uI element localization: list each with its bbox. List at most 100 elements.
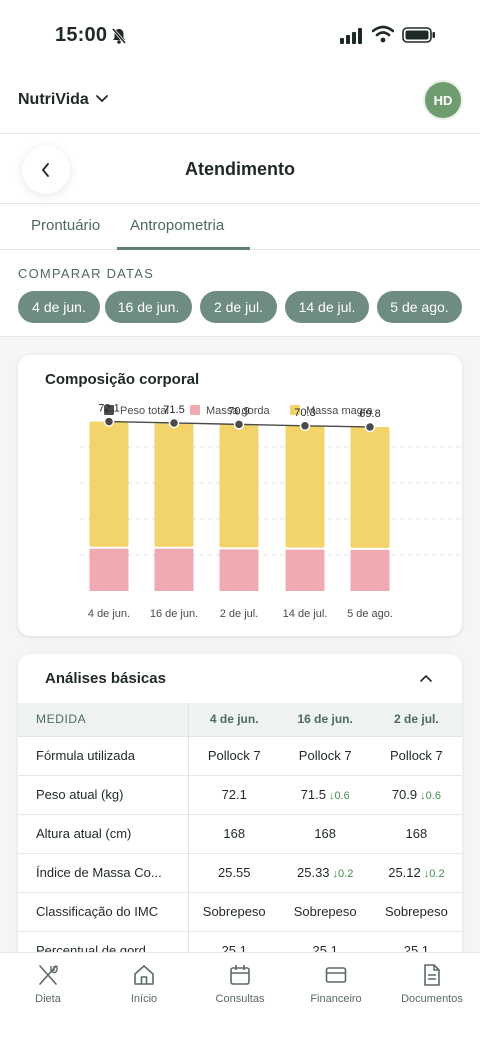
bell-muted-icon (111, 28, 127, 44)
nav-item-documentos[interactable]: Documentos (384, 963, 480, 1005)
table-cell: 168 (279, 814, 371, 854)
table-cell: Sobrepeso (370, 892, 462, 932)
nav-item-inicio[interactable]: Início (96, 963, 192, 1005)
table-cell: 71.5 ↓0.6 (279, 775, 371, 815)
table-row: Índice de Massa Co... 25.55 25.33 ↓0.2 25.12… (18, 853, 462, 893)
page-title: Atendimento (185, 159, 295, 179)
cell-value: 168 (223, 826, 246, 841)
cell-value: Pollock 7 (390, 748, 443, 763)
table-cell: 25.55 (188, 853, 280, 893)
nav-item-financeiro[interactable]: Financeiro (288, 963, 384, 1005)
column-header: MEDIDA (18, 703, 189, 737)
bar-massa-magra (154, 422, 194, 547)
tab-antropometria[interactable]: Antropometria (130, 217, 224, 234)
table-row: Classificação do IMC Sobrepeso Sobrepeso So… (18, 892, 462, 932)
cell-value: 25.33 (297, 865, 330, 880)
cell-value: 71.5 (300, 787, 326, 802)
x-tick-label: 16 de jun. (150, 608, 198, 620)
point-peso-total (168, 417, 180, 429)
table-row: Fórmula utilizada Pollock 7 Pollock 7 Pollo… (18, 736, 462, 776)
table-cell: Pollock 7 (370, 736, 462, 776)
column-header: 4 de jun. (188, 703, 280, 737)
bar-massa-gorda (285, 549, 325, 591)
compare-dates-label: COMPARAR DATAS (18, 266, 154, 281)
cell-value: Sobrepeso (293, 904, 357, 919)
point-peso-total (233, 419, 245, 430)
cell-value: Pollock 7 (298, 748, 352, 763)
calendar-icon (230, 965, 250, 985)
cell-value: 168 (314, 826, 337, 841)
bar-massa-magra (89, 421, 129, 547)
avatar[interactable]: HD (425, 82, 461, 118)
date-chip[interactable]: 14 de jul. (285, 291, 369, 323)
wifi-icon (372, 25, 394, 43)
x-tick-label: 5 de ago. (347, 608, 393, 620)
data-label: 70.9 (228, 405, 249, 417)
tab-bar: Prontuário Antropometria (0, 204, 480, 250)
bar-massa-gorda (89, 548, 129, 591)
row-label: Peso atual (kg) (18, 775, 189, 815)
nav-item-consultas[interactable]: Consultas (192, 963, 288, 1005)
table-cell: 25.33 ↓0.2 (279, 853, 371, 893)
app-header: NutriVida HD (0, 72, 480, 134)
column-header: 16 de jun. (279, 703, 371, 737)
cell-value: Sobrepeso (384, 904, 448, 919)
nav-item-dieta[interactable]: Dieta (0, 963, 96, 1005)
body-composition-chart: Peso total Massa gorda Massa magra4 de jun… (80, 403, 462, 620)
fork-knife-icon (39, 965, 58, 985)
table-cell: Sobrepeso (279, 892, 371, 932)
change-indicator: ↓0.6 (420, 790, 441, 802)
cell-value: 168 (405, 826, 428, 841)
section-title: Análises básicas (45, 670, 166, 687)
bar-massa-gorda (154, 548, 194, 591)
clinic-selector[interactable]: NutriVida (18, 91, 89, 109)
date-chip[interactable]: 2 de jul. (200, 291, 277, 323)
table-cell: 72.1 (188, 775, 280, 815)
change-indicator: ↓0.2 (423, 868, 445, 880)
date-chip[interactable]: 4 de jun. (18, 291, 100, 323)
table-cell: Pollock 7 (188, 736, 280, 776)
row-label: Classificação do IMC (18, 892, 189, 932)
table-cell: 168 (370, 814, 462, 854)
x-tick-label: 14 de jul. (283, 608, 328, 620)
nav-label: Dieta (35, 993, 61, 1005)
chevron-up-icon[interactable] (418, 672, 434, 684)
point-peso-total (299, 420, 311, 432)
point-peso-total (364, 421, 376, 433)
basic-analysis-card: Análises básicas MEDIDA 4 de jun. 16 de … (18, 654, 462, 974)
body-composition-card: Composição corporal Peso total Massa gord… (18, 355, 462, 636)
change-indicator: ↓0.6 (328, 790, 350, 802)
x-tick-label: 2 de jul. (220, 608, 259, 620)
analysis-table: MEDIDA 4 de jun. 16 de jun. 2 de jul. Fó… (18, 703, 462, 971)
bar-massa-magra (219, 424, 259, 548)
tab-prontuario[interactable]: Prontuário (31, 217, 100, 234)
cell-value: Pollock 7 (207, 748, 261, 763)
row-label: Altura atual (cm) (18, 814, 189, 854)
nav-label: Financeiro (310, 993, 362, 1005)
legend-swatch (190, 405, 200, 415)
bar-massa-gorda (219, 549, 259, 591)
page-header: Atendimento (0, 134, 480, 204)
date-chip[interactable]: 5 de ago. (377, 291, 462, 323)
status-time: 15:00 (55, 24, 108, 46)
data-label: 72.1 (98, 403, 119, 415)
battery-icon (402, 27, 435, 43)
cell-value: 70.9 (391, 787, 418, 802)
chevron-down-icon[interactable] (95, 94, 109, 104)
table-cell: Pollock 7 (279, 736, 371, 776)
date-chip[interactable]: 16 de jun. (105, 291, 192, 323)
table-cell: Sobrepeso (188, 892, 280, 932)
bar-massa-magra (285, 425, 325, 548)
signal-icon (340, 28, 362, 44)
point-peso-total (103, 416, 115, 427)
table-row: Altura atual (cm) 168 168 168 (18, 814, 462, 854)
cell-value: 72.1 (221, 787, 247, 802)
cell-value: Sobrepeso (202, 904, 266, 919)
cell-value: 25.55 (217, 865, 251, 880)
bottom-navigation: Dieta Início Consultas Financeiro Docume… (0, 952, 480, 1043)
cell-value: 25.12 (388, 865, 421, 880)
status-bar: 15:00 (0, 0, 480, 72)
table-row: Peso atual (kg) 72.1 71.5 ↓0.6 70.9 ↓0.6 (18, 775, 462, 815)
table-header-row: MEDIDA 4 de jun. 16 de jun. 2 de jul. (18, 703, 462, 737)
card-icon (325, 967, 347, 983)
